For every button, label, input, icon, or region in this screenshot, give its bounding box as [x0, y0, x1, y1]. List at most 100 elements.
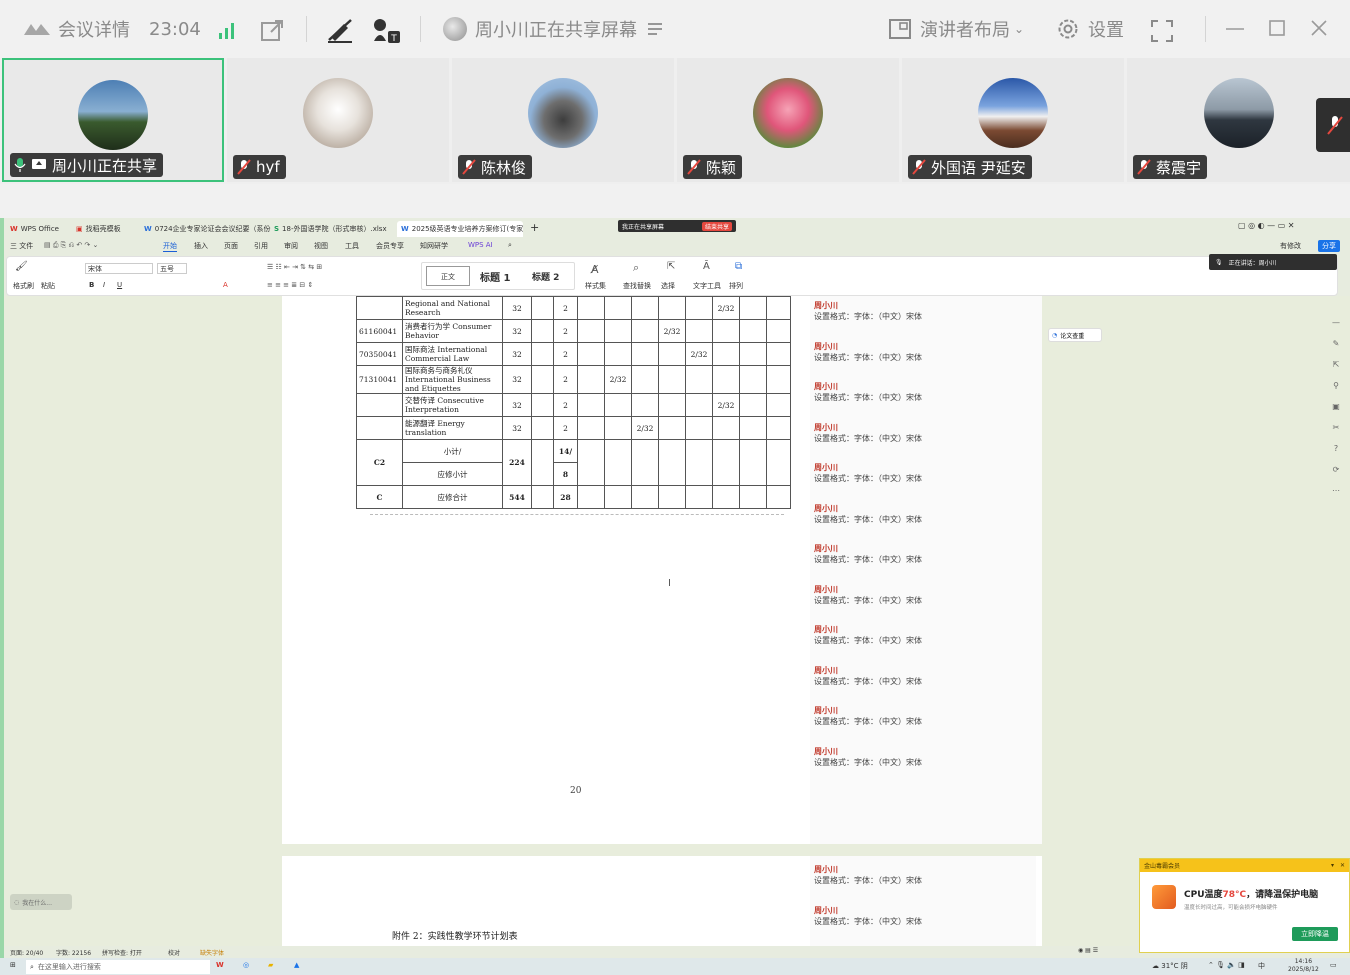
menu-references[interactable]: 引用: [254, 241, 268, 251]
search-icon[interactable]: ⌕: [508, 241, 512, 250]
semester-cell[interactable]: [739, 342, 767, 366]
find-replace-button[interactable]: 查找替换: [623, 281, 651, 291]
course-credit[interactable]: 2: [553, 365, 578, 394]
course-code[interactable]: 61160041: [356, 319, 403, 343]
semester-cell[interactable]: [577, 319, 605, 343]
semester-cell[interactable]: [604, 319, 632, 343]
weather-widget[interactable]: ☁ 31°C 阴: [1152, 961, 1188, 971]
course-code[interactable]: [356, 416, 403, 440]
comment-item[interactable]: 周小川 设置格式：字体：（中文）宋体: [814, 746, 922, 768]
menu-insert[interactable]: 插入: [194, 241, 208, 251]
format-painter-icon[interactable]: 🖌: [15, 261, 28, 272]
tab-spreadsheet[interactable]: S 18-外国语学院（形式审核）.xlsx: [270, 221, 391, 237]
course-hours[interactable]: 32: [502, 393, 532, 417]
notification-center-icon[interactable]: ▭: [1330, 961, 1337, 969]
semester-cell[interactable]: [631, 393, 659, 417]
settings-button[interactable]: 设置: [1056, 0, 1124, 58]
semester-cell[interactable]: [658, 365, 686, 394]
menu-view[interactable]: 视图: [314, 241, 328, 251]
stop-share-button[interactable]: 结束共享: [701, 221, 732, 231]
cool-down-button[interactable]: 立即降温: [1292, 927, 1338, 941]
tab-curriculum-doc[interactable]: W 2025级英语专业培养方案修订(专家: [397, 221, 523, 237]
semester-cell[interactable]: [577, 365, 605, 394]
semester-cell[interactable]: [604, 296, 632, 320]
participant-tile[interactable]: 周小川正在共享: [2, 58, 224, 182]
semester-cell[interactable]: [577, 416, 605, 440]
quick-access-icons[interactable]: ▤ ⎙ ⎘ ⎌ ↶ ↷ ⌄: [44, 241, 98, 250]
course-code[interactable]: [356, 296, 403, 320]
course-credit[interactable]: 2: [553, 393, 578, 417]
taskbar-search[interactable]: ⌕ 在这里输入进行搜索: [26, 960, 210, 974]
course-name[interactable]: 国际商法 International Commercial Law: [402, 342, 503, 366]
new-tab-plus-icon[interactable]: +: [530, 221, 539, 234]
font-select[interactable]: 宋体: [85, 263, 153, 274]
list-icon[interactable]: [647, 22, 663, 36]
font-size-select[interactable]: 五号: [157, 263, 187, 274]
semester-cell[interactable]: [712, 416, 740, 440]
paste-label[interactable]: 粘贴: [41, 281, 55, 291]
tab-wps-office[interactable]: W WPS Office: [6, 221, 63, 237]
semester-cell[interactable]: [577, 393, 605, 417]
close-icon[interactable]: [1311, 20, 1327, 36]
course-code[interactable]: 71310041: [356, 365, 403, 394]
semester-cell[interactable]: [739, 393, 767, 417]
comment-item[interactable]: 周小川 设置格式：字体：（中文）宋体: [814, 462, 922, 484]
menu-home[interactable]: 开始: [163, 241, 177, 252]
page-count[interactable]: 页面: 20/40: [10, 948, 43, 957]
word-count[interactable]: 字数: 22156: [56, 948, 91, 957]
italic-button[interactable]: I: [103, 281, 105, 289]
file-explorer-icon[interactable]: ▰: [268, 961, 273, 969]
meeting-app-icon[interactable]: ▲: [294, 961, 299, 969]
view-mode-icons[interactable]: ◉ ▤ ☰: [1078, 947, 1098, 954]
external-open-icon[interactable]: [260, 19, 284, 43]
course-hours[interactable]: 32: [502, 416, 532, 440]
semester-cell[interactable]: [658, 393, 686, 417]
course-hours[interactable]: 32: [502, 342, 532, 366]
style-normal[interactable]: 正文: [426, 266, 470, 286]
comment-item[interactable]: 周小川 设置格式：字体：（中文）宋体: [814, 300, 922, 322]
participant-tile[interactable]: 陈颖: [677, 58, 899, 182]
menu-page[interactable]: 页面: [224, 241, 238, 251]
course-name[interactable]: 能源翻译 Energy translation: [402, 416, 503, 440]
comment-item[interactable]: 周小川 设置格式：字体：（中文）宋体: [814, 422, 922, 444]
semester-cell[interactable]: [739, 296, 767, 320]
semester-cell[interactable]: 2/32: [712, 393, 740, 417]
participant-tile[interactable]: 外国语 尹延安: [902, 58, 1124, 182]
input-language[interactable]: 中: [1258, 961, 1265, 971]
semester-cell[interactable]: [631, 296, 659, 320]
semester-cell[interactable]: [658, 296, 686, 320]
course-credit[interactable]: 2: [553, 342, 578, 366]
menu-file[interactable]: 三 文件: [10, 241, 33, 251]
meeting-details-button[interactable]: 会议详情: [22, 0, 130, 58]
semester-cell[interactable]: 2/32: [658, 319, 686, 343]
semester-cell[interactable]: [685, 393, 713, 417]
comment-item[interactable]: 周小川 设置格式：字体：（中文）宋体: [814, 665, 922, 687]
semester-cell[interactable]: [766, 296, 791, 320]
comment-item[interactable]: 周小川 设置格式：字体：（中文）宋体: [814, 905, 922, 927]
course-hours[interactable]: 32: [502, 365, 532, 394]
course-name[interactable]: Regional and National Research: [402, 296, 503, 320]
semester-cell[interactable]: [739, 416, 767, 440]
semester-cell[interactable]: [604, 416, 632, 440]
wps-taskbar-icon[interactable]: W: [216, 961, 224, 969]
semester-cell[interactable]: [577, 296, 605, 320]
remote-control-icon[interactable]: T: [372, 17, 402, 45]
arrange-button[interactable]: 排列: [729, 281, 743, 291]
semester-cell[interactable]: [766, 319, 791, 343]
course-credit[interactable]: 2: [553, 416, 578, 440]
annotation-off-icon[interactable]: [326, 17, 354, 43]
paragraph-tools[interactable]: ☰ ☷ ⇤ ⇥ ⇅ ⇆ ⊞: [267, 263, 322, 271]
comment-item[interactable]: 周小川 设置格式：字体：（中文）宋体: [814, 584, 922, 606]
semester-cell[interactable]: [712, 319, 740, 343]
course-name[interactable]: 国际商务与商务礼仪 International Business and Eti…: [402, 365, 503, 394]
semester-cell[interactable]: [766, 365, 791, 394]
tab-meeting-minutes[interactable]: W 0724企业专家论证会会议纪要（系份: [140, 221, 275, 237]
semester-cell[interactable]: [766, 342, 791, 366]
share-doc-button[interactable]: 分享: [1318, 240, 1340, 252]
semester-cell[interactable]: [658, 342, 686, 366]
comment-item[interactable]: 周小川 设置格式：字体：（中文）宋体: [814, 503, 922, 525]
paper-check-button[interactable]: ◔ 论文查重: [1048, 328, 1102, 342]
participant-tile[interactable]: 陈林俊: [452, 58, 674, 182]
semester-cell[interactable]: [577, 342, 605, 366]
text-tools-button[interactable]: 文字工具: [693, 281, 721, 291]
